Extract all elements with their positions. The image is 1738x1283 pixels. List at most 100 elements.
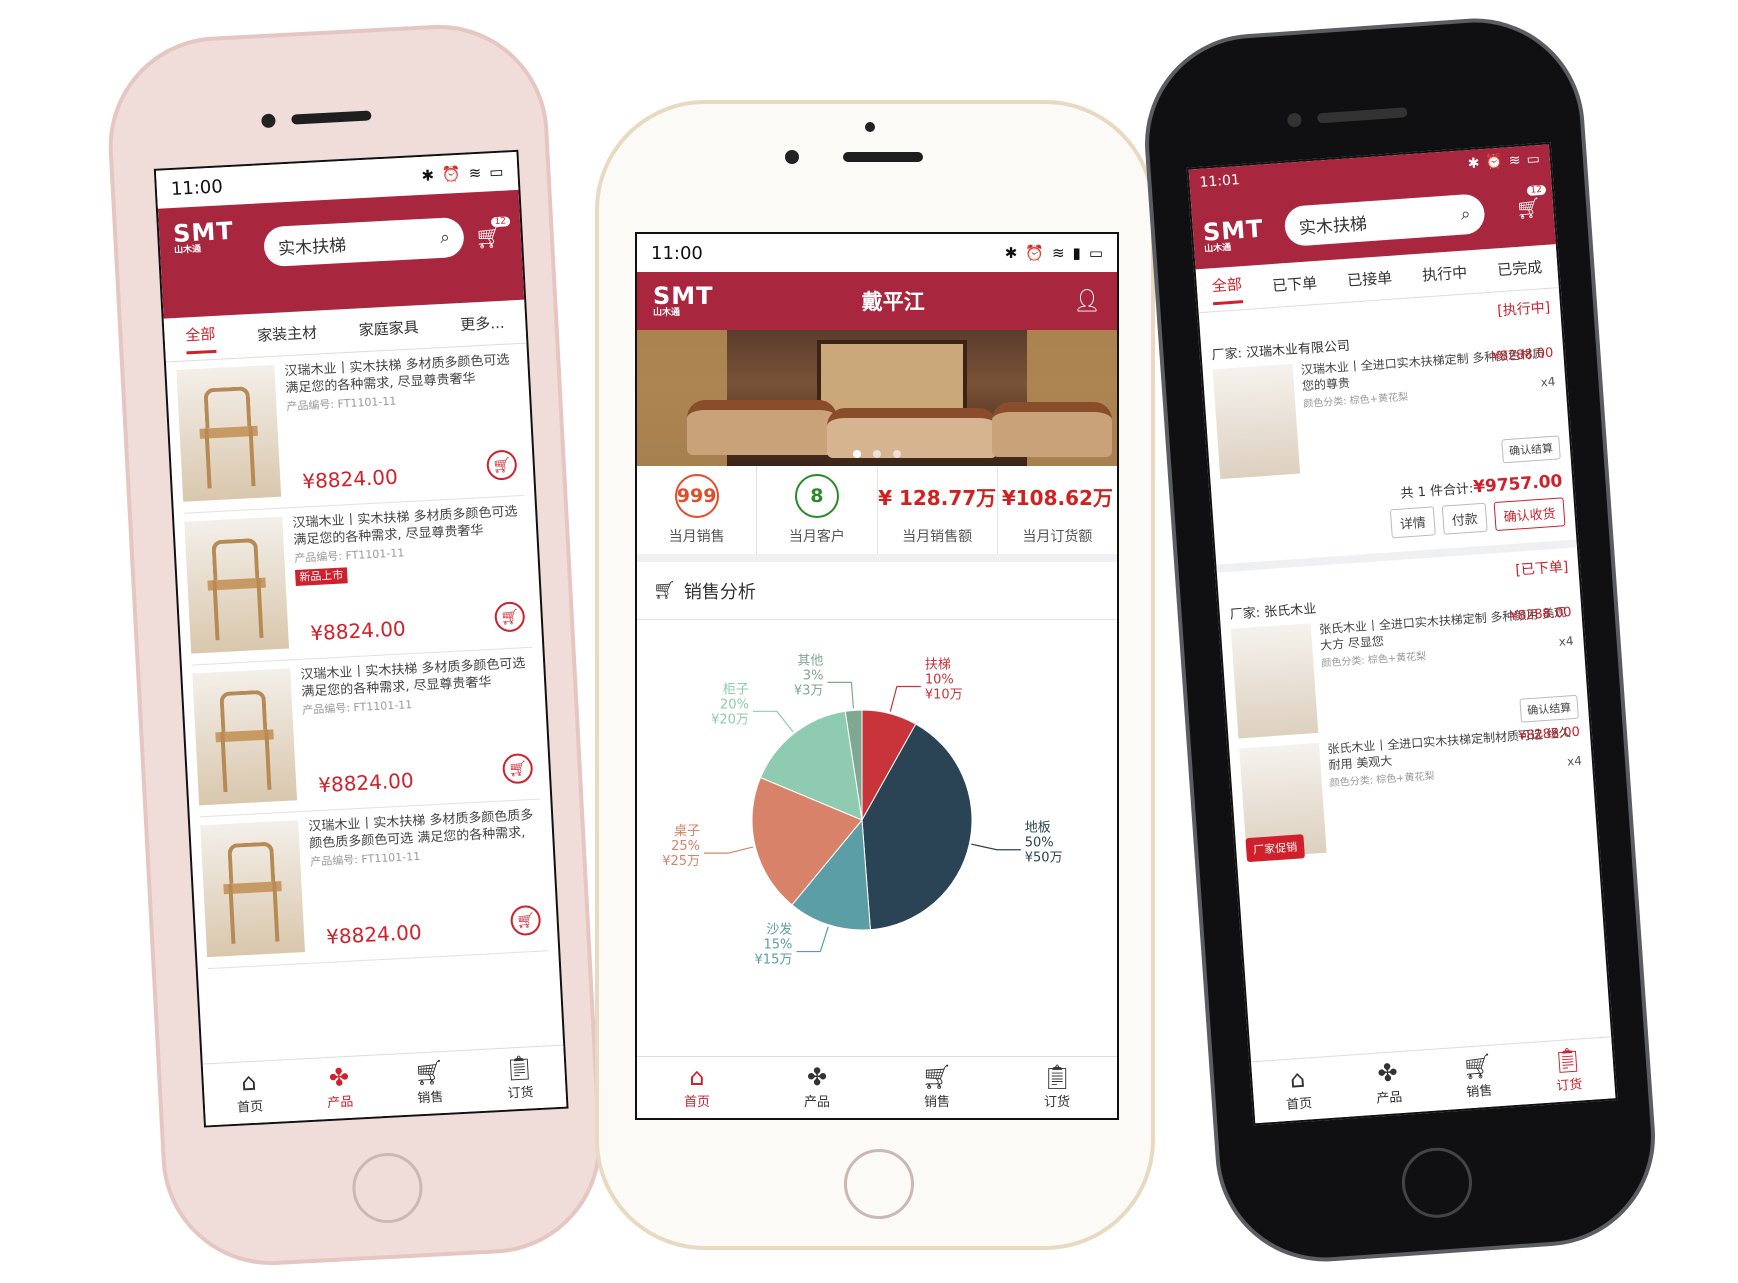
confirm-settlement-button[interactable]: 确认结算 xyxy=(1519,694,1579,723)
tab-more[interactable]: 更多... xyxy=(460,312,505,335)
order-line[interactable]: 汉瑞木业丨全进口实木扶梯定制 多种颜色材质您的尊贵 颜色分类: 棕色+黄花梨 ¥… xyxy=(1212,346,1562,489)
screen-orders: 11:01 ✱ ⏰ ≋ ▭ SMT 山木通 实木扶梯 ⌕ 🛒︎ 12 全部 已下… xyxy=(1186,142,1618,1126)
cart-icon: 🛒︎ xyxy=(491,455,512,475)
list-item[interactable]: 汉瑞木业丨实木扶梯 多材质多颜色质多颜色质多颜色可选 满足您的各种需求, 产品编… xyxy=(199,799,549,970)
cart-icon: 🛒︎ xyxy=(921,1063,953,1091)
tab-all[interactable]: 全部 xyxy=(1211,272,1244,305)
speaker xyxy=(1317,107,1408,124)
list-item[interactable]: 汉瑞木业丨实木扶梯 多材质多颜色可选 满足您的各种需求, 尽显尊贵奢华 产品编号… xyxy=(183,495,533,666)
cart-icon: 🛒︎ xyxy=(499,607,520,627)
promo-badge: 厂家促销 xyxy=(1245,834,1305,863)
pie-svg: 扶梯10%¥10万地板50%¥50万沙发15%¥15万 桌子25%¥25万 柜子20… xyxy=(662,653,1063,967)
cart-icon: 🛒︎ xyxy=(653,580,676,601)
pie-label-3-1: 25% xyxy=(671,839,700,854)
tab-products[interactable]: ✤ 产品 xyxy=(757,1057,877,1118)
status-time: 11:00 xyxy=(651,242,703,264)
tab-in-progress[interactable]: 执行中 xyxy=(1422,261,1468,285)
tab-home-furniture[interactable]: 家庭家具 xyxy=(358,316,419,340)
wifi-icon: ≋ xyxy=(1051,244,1065,262)
cart-icon[interactable]: 🛒︎ xyxy=(1515,195,1542,221)
pie-label-3-0: 桌子 xyxy=(674,824,700,839)
signal-icon: ▮ xyxy=(1072,244,1081,262)
bottom-tabbar: ⌂ 首页 ✤ 产品 🛒︎ 销售 📋︎ 订货 xyxy=(202,1044,567,1126)
cart-badge: 12 xyxy=(490,216,511,228)
home-icon: ⌂ xyxy=(1288,1064,1307,1094)
confirm-receipt-button[interactable]: 确认收货 xyxy=(1493,497,1566,532)
product-price: ¥8824.00 xyxy=(309,616,407,646)
tab-all[interactable]: 全部 xyxy=(184,322,217,354)
status-icons: ✱ ⏰ ≋ ▮ ▭ xyxy=(1005,244,1103,262)
tab-orders[interactable]: 📋︎ 订货 xyxy=(1521,1037,1615,1104)
products-icon: ✤ xyxy=(1376,1058,1399,1088)
bluetooth-icon: ✱ xyxy=(1467,155,1481,173)
app-logo: SMT 山木通 xyxy=(172,216,235,256)
section-title: 销售分析 xyxy=(683,581,756,603)
phone-left: 11:00 ✱ ⏰ ≋ ▭ SMT 山木通 实木扶梯 ⌕ 🛒︎ 12 全部 家装… xyxy=(103,19,607,1271)
tab-products[interactable]: ✤ 产品 xyxy=(1341,1050,1435,1117)
cart-icon: 🛒︎ xyxy=(413,1057,446,1088)
sales-pie-chart: 扶梯 10% ¥10万 地板 50% ¥50万 沙发 15% ¥15万 桌子 25% ¥25万 柜子 20… xyxy=(637,620,1117,1015)
banner-image[interactable] xyxy=(637,330,1117,466)
product-image xyxy=(184,516,290,654)
pie-label-0-1: 10% xyxy=(925,672,954,687)
search-input[interactable]: 实木扶梯 ⌕ xyxy=(263,216,465,268)
pie-label-1-2: ¥50万 xyxy=(1025,851,1063,866)
pie-leader-1 xyxy=(971,843,1021,851)
search-icon: ⌕ xyxy=(1460,204,1472,225)
tab-products[interactable]: ✤ 产品 xyxy=(293,1055,386,1121)
tab-completed[interactable]: 已完成 xyxy=(1497,256,1543,280)
pie-leader-3 xyxy=(704,846,754,854)
stat-monthly-sales[interactable]: 999 当月销售 xyxy=(637,466,758,554)
alarm-icon: ⏰ xyxy=(1484,153,1504,171)
user-icon[interactable]: 👤︎ xyxy=(1073,289,1101,314)
stat-monthly-customers[interactable]: 8 当月客户 xyxy=(757,466,878,554)
list-item[interactable]: 汉瑞木业丨实木扶梯 多材质多颜色可选 满足您的各种需求, 尽显尊贵奢华 产品编号… xyxy=(191,647,541,818)
home-button[interactable] xyxy=(1399,1145,1475,1221)
stat-monthly-revenue[interactable]: ¥ 128.77万 当月销售额 xyxy=(878,466,998,554)
alarm-icon: ⏰ xyxy=(441,164,462,184)
tab-home[interactable]: ⌂ 首页 xyxy=(637,1057,757,1118)
cart-icon: 🛒︎ xyxy=(515,910,536,930)
confirm-settlement-button[interactable]: 确认结算 xyxy=(1501,435,1561,464)
order-card[interactable]: [执行中] 厂家: 汉瑞木业有限公司 汉瑞木业丨全进口实木扶梯定制 多种颜色材质… xyxy=(1198,288,1577,573)
app-header: SMT 山木通 实木扶梯 ⌕ 🛒︎ 12 xyxy=(157,189,525,319)
search-input[interactable]: 实木扶梯 ⌕ xyxy=(1283,193,1486,247)
tab-orders[interactable]: 📋︎ 订货 xyxy=(473,1046,566,1112)
speaker xyxy=(843,152,923,162)
tab-placed[interactable]: 已下单 xyxy=(1271,272,1318,296)
status-bar: 11:00 ✱ ⏰ ≋ ▮ ▭ xyxy=(637,234,1117,272)
products-icon: ✤ xyxy=(806,1063,828,1091)
pie-leader-4 xyxy=(752,710,794,733)
list-item[interactable]: 汉瑞木业丨实木扶梯 多材质多颜色可选 满足您的各种需求, 尽显尊贵奢华 产品编号… xyxy=(175,344,525,514)
sensor xyxy=(865,122,875,132)
pay-button[interactable]: 付款 xyxy=(1441,502,1488,535)
tab-home[interactable]: ⌂ 首页 xyxy=(203,1060,296,1126)
details-button[interactable]: 详情 xyxy=(1389,506,1436,539)
home-button[interactable] xyxy=(350,1151,425,1225)
carousel-dots[interactable] xyxy=(637,450,1117,458)
home-button[interactable] xyxy=(844,1149,914,1219)
page-title: 戴平江 xyxy=(861,290,925,314)
stat-monthly-orders[interactable]: ¥108.62万 当月订货额 xyxy=(998,466,1117,554)
tab-orders[interactable]: 📋︎ 订货 xyxy=(997,1057,1117,1118)
tab-main-materials[interactable]: 家装主材 xyxy=(257,322,318,346)
tab-sales[interactable]: 🛒︎ 销售 xyxy=(1431,1044,1525,1111)
status-time: 11:00 xyxy=(170,175,224,200)
tab-sales[interactable]: 🛒︎ 销售 xyxy=(877,1057,997,1118)
stats-row: 999 当月销售 8 当月客户 ¥ 128.77万 当月销售额 ¥108.62万… xyxy=(637,466,1117,562)
product-price: ¥8824.00 xyxy=(317,768,415,798)
tab-home[interactable]: ⌂ 首页 xyxy=(1251,1056,1345,1123)
tab-sales[interactable]: 🛒︎ 销售 xyxy=(383,1050,476,1116)
pie-leader-5 xyxy=(827,681,855,709)
order-line[interactable]: 张氏木业丨全进口实木扶梯定制 多种颜用 美观大方 尽显您 颜色分类: 棕色+黄花… xyxy=(1230,605,1580,748)
front-camera xyxy=(1287,112,1302,128)
product-image xyxy=(200,820,306,958)
alarm-icon: ⏰ xyxy=(1025,244,1044,262)
tab-accepted[interactable]: 已接单 xyxy=(1347,267,1393,291)
order-line[interactable]: 张氏木业丨全进口实木扶梯定制材质可选 经久耐用 美观大 颜色分类: 棕色+黄花梨… xyxy=(1239,725,1588,868)
pie-label-5-0: 其他 xyxy=(797,653,823,668)
cart-icon[interactable]: 🛒︎ xyxy=(474,225,503,251)
order-card[interactable]: [已下单] 厂家: 张氏木业 张氏木业丨全进口实木扶梯定制 多种颜用 美观大方 … xyxy=(1217,547,1598,876)
pie-label-5-1: 3% xyxy=(803,668,824,683)
app-logo: SMT 山木通 xyxy=(653,282,714,318)
